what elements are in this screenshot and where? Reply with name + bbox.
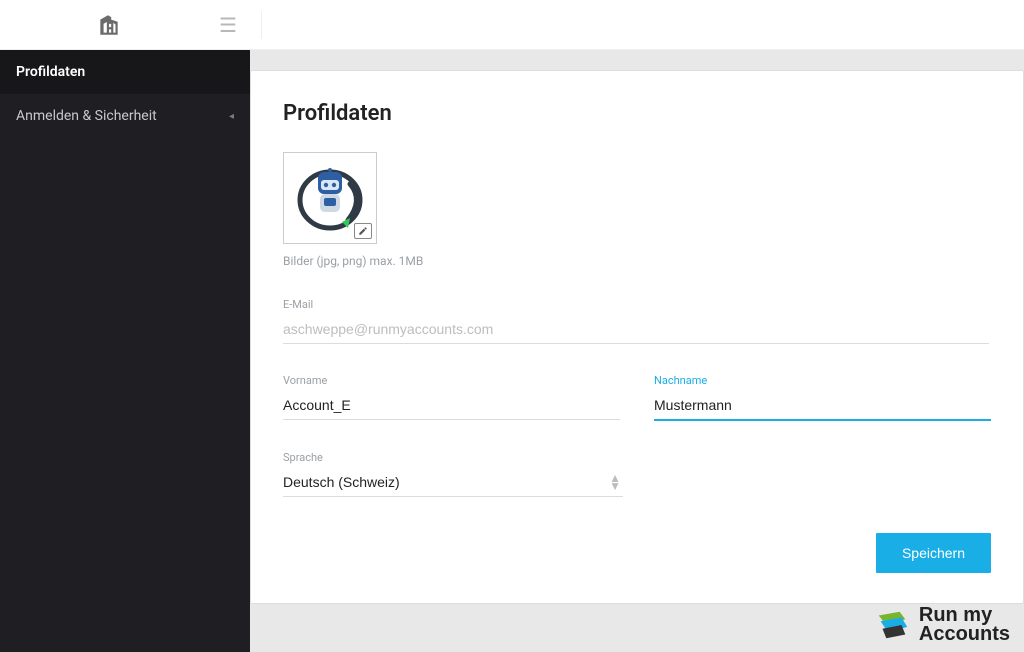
email-label: E-Mail bbox=[283, 298, 989, 311]
email-field-group: E-Mail bbox=[283, 298, 989, 344]
save-button[interactable]: Speichern bbox=[876, 533, 991, 573]
language-field-group: Sprache ▲▼ bbox=[283, 451, 623, 497]
divider bbox=[261, 11, 262, 39]
brand-footer: Run my Accounts bbox=[873, 606, 1010, 644]
chevron-left-icon: ◂ bbox=[229, 111, 234, 122]
lastname-field-group: Nachname bbox=[654, 374, 991, 421]
avatar-edit-button[interactable] bbox=[354, 223, 372, 239]
edit-icon bbox=[358, 226, 368, 236]
firstname-field-group: Vorname bbox=[283, 374, 620, 421]
topbar: ☰ bbox=[0, 0, 1024, 50]
building-icon bbox=[96, 12, 122, 38]
language-label: Sprache bbox=[283, 451, 623, 464]
content-area: Profildaten Bilder (jp bbox=[250, 50, 1024, 652]
brand-logo-area bbox=[16, 12, 201, 38]
sidebar-item-anmelden-sicherheit[interactable]: Anmelden & Sicherheit ◂ bbox=[0, 94, 250, 138]
lastname-field[interactable] bbox=[654, 391, 991, 421]
image-hint: Bilder (jpg, png) max. 1MB bbox=[283, 254, 991, 268]
lastname-label: Nachname bbox=[654, 374, 991, 387]
avatar bbox=[283, 152, 377, 244]
sidebar-item-profildaten[interactable]: Profildaten bbox=[0, 50, 250, 94]
sidebar-item-label: Profildaten bbox=[16, 64, 85, 80]
form-actions: Speichern bbox=[283, 533, 991, 573]
language-select[interactable] bbox=[283, 468, 623, 497]
firstname-label: Vorname bbox=[283, 374, 620, 387]
name-row: Vorname Nachname bbox=[283, 344, 991, 421]
profile-card: Profildaten Bilder (jp bbox=[250, 70, 1024, 604]
firstname-field[interactable] bbox=[283, 391, 620, 420]
sidebar: Profildaten Anmelden & Sicherheit ◂ bbox=[0, 50, 250, 652]
email-field bbox=[283, 315, 989, 344]
sort-icon: ▲▼ bbox=[609, 474, 621, 491]
menu-toggle-icon[interactable]: ☰ bbox=[201, 15, 255, 35]
brand-line2: Accounts bbox=[919, 625, 1010, 644]
sidebar-item-label: Anmelden & Sicherheit bbox=[16, 108, 157, 124]
brand-logo-icon bbox=[873, 606, 911, 644]
page-title: Profildaten bbox=[283, 101, 991, 126]
